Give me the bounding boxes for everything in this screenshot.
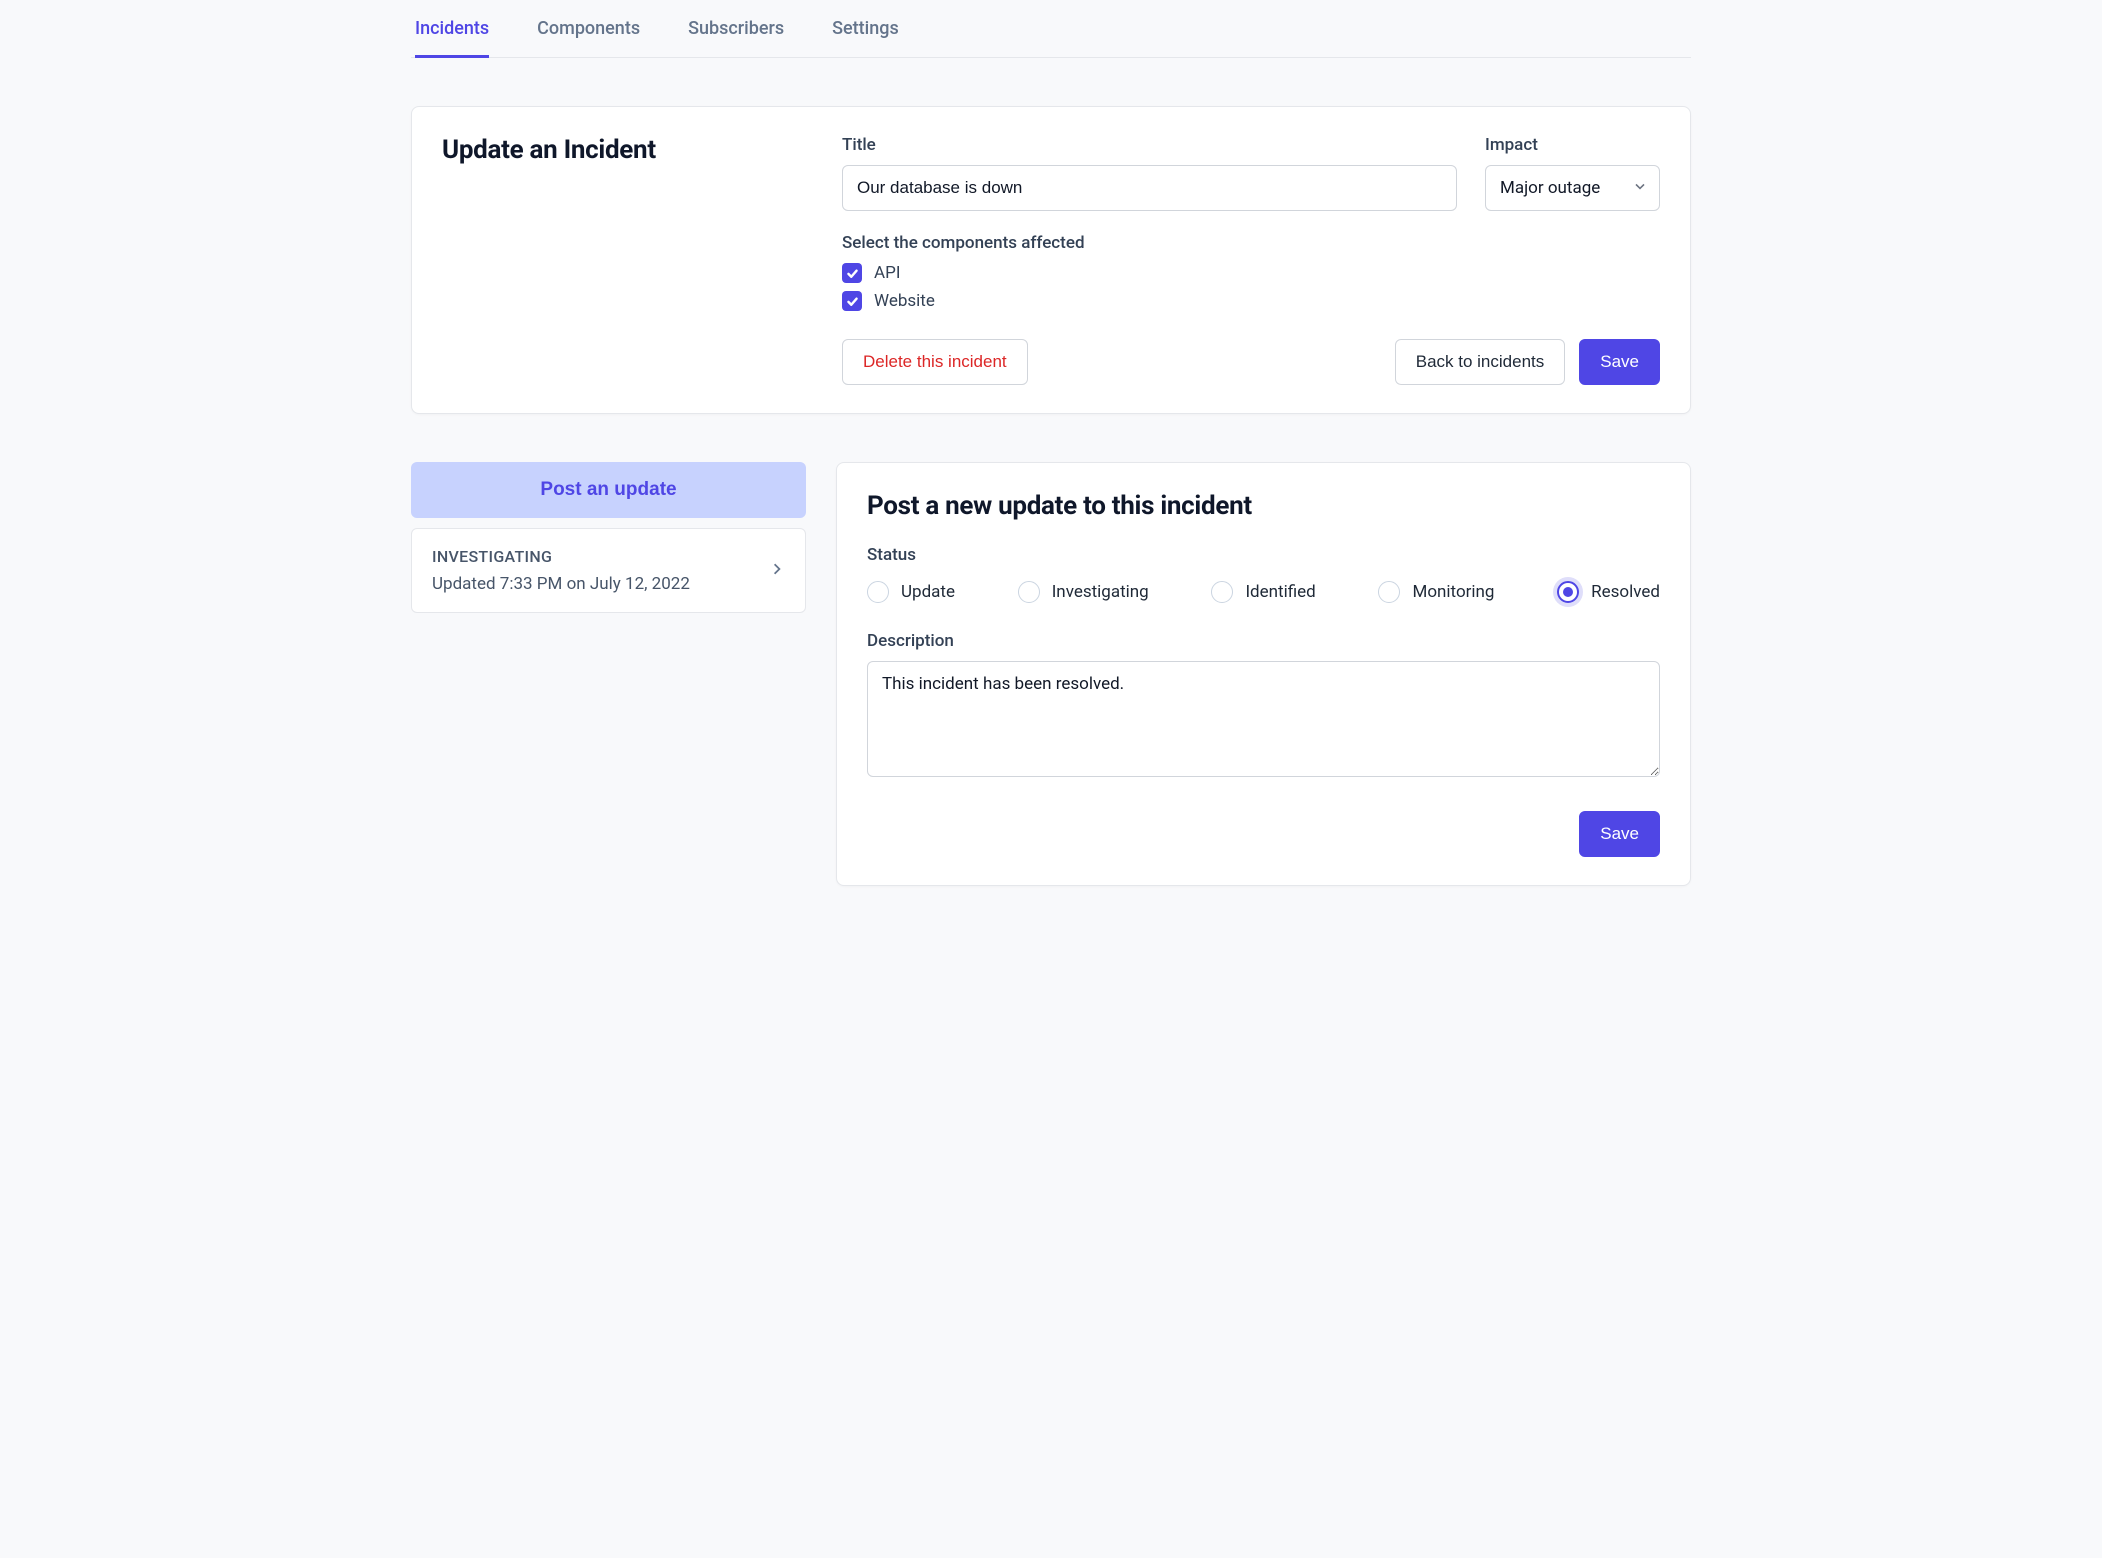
description-textarea[interactable]: [867, 661, 1660, 777]
description-label: Description: [867, 631, 1660, 651]
components-label: Select the components affected: [842, 233, 1660, 253]
status-label: Status: [867, 545, 1660, 565]
status-radio-identified[interactable]: Identified: [1211, 581, 1315, 603]
status-radio-monitoring[interactable]: Monitoring: [1378, 581, 1494, 603]
component-checkbox-api[interactable]: [842, 263, 862, 283]
updates-sidebar: Post an update INVESTIGATING Updated 7:3…: [411, 462, 806, 613]
tab-settings[interactable]: Settings: [832, 0, 899, 58]
impact-label: Impact: [1485, 135, 1660, 155]
title-label: Title: [842, 135, 1457, 155]
update-incident-card: Update an Incident Title Impact Major ou…: [411, 106, 1691, 414]
chevron-right-icon: [769, 561, 785, 581]
component-row-api: API: [842, 263, 1660, 283]
post-new-update-heading: Post a new update to this incident: [867, 491, 1660, 521]
tab-subscribers[interactable]: Subscribers: [688, 0, 784, 58]
status-radio-update[interactable]: Update: [867, 581, 955, 603]
save-update-button[interactable]: Save: [1579, 811, 1660, 857]
status-radio-resolved[interactable]: Resolved: [1557, 581, 1660, 603]
impact-select-value: Major outage: [1500, 178, 1600, 198]
tab-incidents[interactable]: Incidents: [415, 0, 489, 58]
radio-circle: [867, 581, 889, 603]
post-new-update-card: Post a new update to this incident Statu…: [836, 462, 1691, 886]
component-label-website: Website: [874, 291, 935, 311]
title-input[interactable]: [842, 165, 1457, 211]
save-incident-button[interactable]: Save: [1579, 339, 1660, 385]
status-radio-investigating[interactable]: Investigating: [1018, 581, 1149, 603]
back-to-incidents-button[interactable]: Back to incidents: [1395, 339, 1566, 385]
update-incident-heading: Update an Incident: [442, 135, 802, 165]
radio-label: Update: [901, 582, 955, 602]
update-list-item[interactable]: INVESTIGATING Updated 7:33 PM on July 12…: [411, 528, 806, 613]
radio-label: Investigating: [1052, 582, 1149, 602]
nav-tabs: Incidents Components Subscribers Setting…: [411, 0, 1691, 58]
impact-select[interactable]: Major outage: [1485, 165, 1660, 211]
radio-circle: [1018, 581, 1040, 603]
update-item-time: Updated 7:33 PM on July 12, 2022: [432, 574, 690, 594]
radio-label: Resolved: [1591, 582, 1660, 602]
component-label-api: API: [874, 263, 900, 283]
update-item-status: INVESTIGATING: [432, 547, 690, 566]
tab-components[interactable]: Components: [537, 0, 640, 58]
radio-circle: [1211, 581, 1233, 603]
component-checkbox-website[interactable]: [842, 291, 862, 311]
radio-label: Identified: [1245, 582, 1315, 602]
component-row-website: Website: [842, 291, 1660, 311]
radio-circle: [1378, 581, 1400, 603]
post-update-button[interactable]: Post an update: [411, 462, 806, 518]
radio-label: Monitoring: [1412, 582, 1494, 602]
status-radio-group: Update Investigating Identified Monitori…: [867, 581, 1660, 603]
radio-circle: [1557, 581, 1579, 603]
delete-incident-button[interactable]: Delete this incident: [842, 339, 1028, 385]
